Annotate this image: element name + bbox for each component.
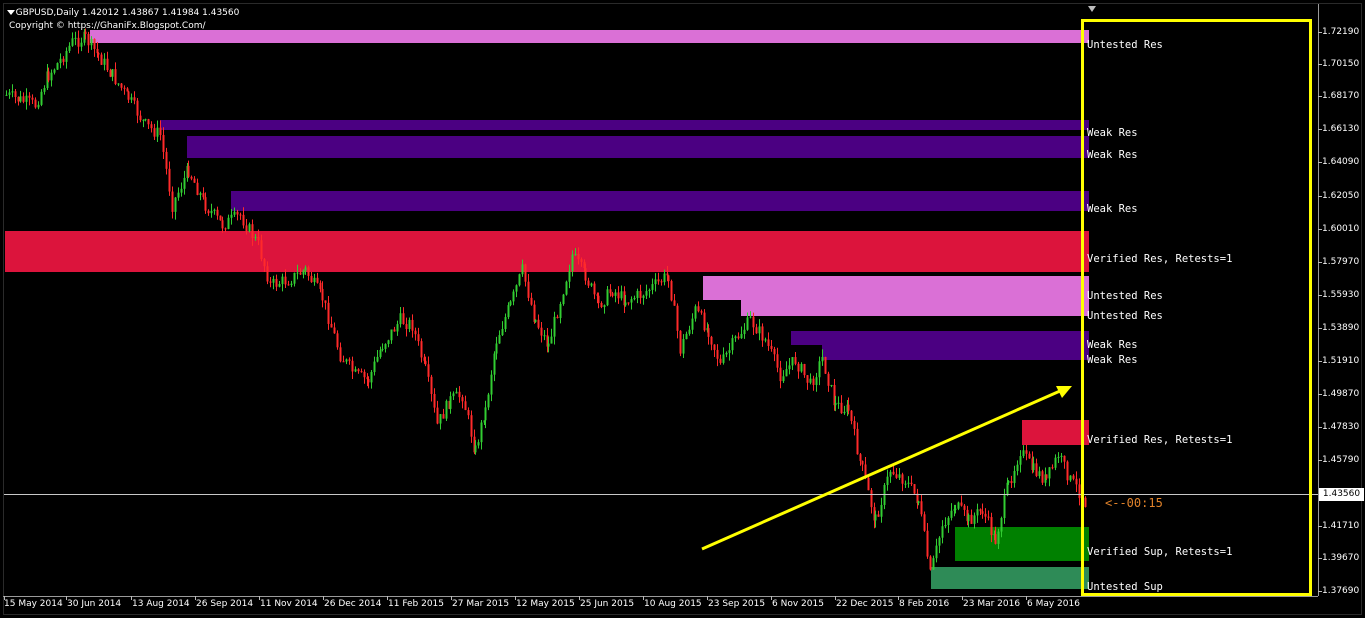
zone-label: Weak Res [1087, 354, 1138, 366]
zone-label: Untested Res [1087, 290, 1163, 302]
zone-label: Untested Res [1087, 310, 1163, 322]
current-price-label: 1.43560 [1319, 488, 1364, 501]
price-label: 1.37690 [1322, 586, 1360, 596]
time-label: 27 Mar 2015 [452, 599, 510, 609]
time-label: 13 Aug 2014 [132, 599, 190, 609]
chart-shift-marker-icon[interactable] [1088, 6, 1096, 12]
copyright-text: Copyright © https://GhaniFx.Blogspot.Com… [9, 21, 206, 31]
price-label: 1.55930 [1322, 290, 1360, 300]
price-label: 1.51910 [1322, 356, 1360, 366]
zone-label: Untested Res [1087, 39, 1163, 51]
price-label: 1.66130 [1322, 124, 1360, 134]
zone-label: Verified Sup, Retests=1 [1087, 546, 1233, 558]
price-label: 1.49870 [1322, 389, 1360, 399]
time-label: 6 May 2016 [1027, 599, 1080, 609]
candle-timer: <--00:15 [1105, 496, 1163, 510]
price-label: 1.72190 [1322, 27, 1360, 37]
price-label: 1.53890 [1322, 323, 1360, 333]
price-label: 1.62050 [1322, 191, 1360, 201]
price-label: 1.57970 [1322, 257, 1360, 267]
zone-label: Weak Res [1087, 339, 1138, 351]
price-label: 1.68170 [1322, 91, 1360, 101]
time-label: 23 Sep 2015 [708, 599, 766, 609]
time-label: 25 Jun 2015 [580, 599, 635, 609]
zone-label: Weak Res [1087, 127, 1138, 139]
time-label: 26 Sep 2014 [196, 599, 254, 609]
time-label: 8 Feb 2016 [899, 599, 950, 609]
price-label: 1.60010 [1322, 224, 1360, 234]
time-label: 6 Nov 2015 [772, 599, 824, 609]
price-label: 1.47830 [1322, 422, 1360, 432]
zone-label: Verified Res, Retests=1 [1087, 253, 1233, 265]
zone-label: Verified Res, Retests=1 [1087, 434, 1233, 446]
time-label: 23 Mar 2016 [963, 599, 1021, 609]
symbol-info-text: GBPUSD,Daily 1.42012 1.43867 1.41984 1.4… [15, 8, 240, 18]
time-label: 12 May 2015 [516, 599, 575, 609]
price-label: 1.39670 [1322, 553, 1360, 563]
price-label: 1.45790 [1322, 455, 1360, 465]
price-label: 1.41710 [1322, 521, 1360, 531]
zone-label: Weak Res [1087, 149, 1138, 161]
symbol-info: GBPUSD,Daily 1.42012 1.43867 1.41984 1.4… [7, 8, 240, 18]
zone-label: Untested Sup [1087, 581, 1163, 593]
price-label: 1.64090 [1322, 157, 1360, 167]
chart-window[interactable]: Untested Res Weak Res Weak Res Weak Res … [0, 0, 1365, 618]
time-label: 22 Dec 2015 [836, 599, 894, 609]
price-label: 1.70150 [1322, 59, 1360, 69]
time-label: 26 Dec 2014 [324, 599, 382, 609]
time-label: 30 Jun 2014 [67, 599, 122, 609]
time-label: 15 May 2014 [4, 599, 63, 609]
time-label: 11 Feb 2015 [388, 599, 445, 609]
time-label: 11 Nov 2014 [260, 599, 318, 609]
time-label: 10 Aug 2015 [644, 599, 702, 609]
zone-label: Weak Res [1087, 203, 1138, 215]
